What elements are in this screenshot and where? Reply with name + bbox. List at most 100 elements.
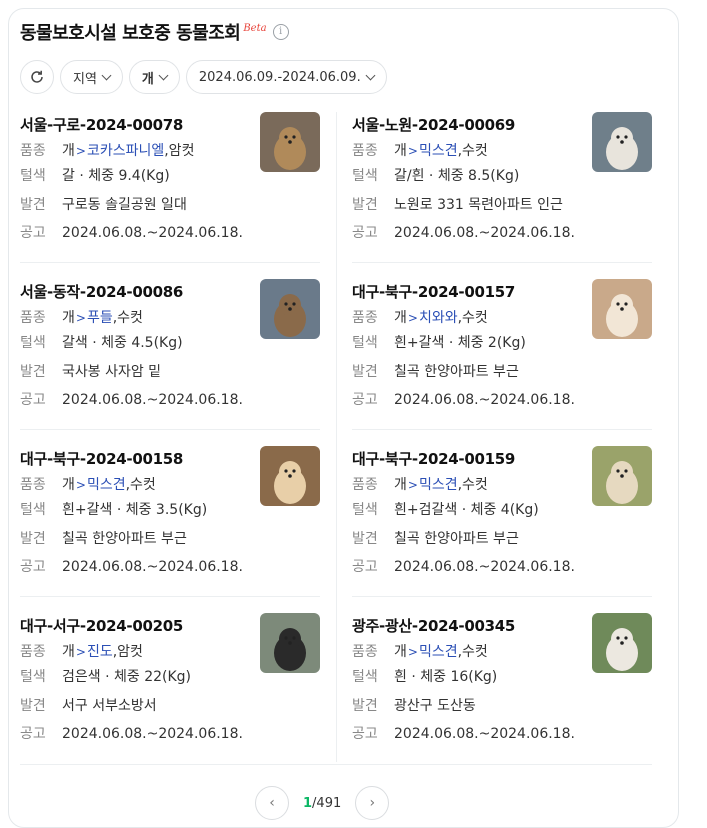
current-page: 1 — [303, 795, 313, 811]
color-weight-text: 갈/흰 · 체중 8.5(Kg) — [394, 168, 520, 184]
animal-list-item[interactable]: 대구-북구-2024-00159 품종 개>믹스견,수컷 털색 흰+검갈색 · 체중 4… — [352, 438, 652, 597]
color-weight-row: 털색 흰 · 체중 16(Kg) — [352, 666, 497, 686]
found-label: 발견 — [20, 698, 46, 714]
breed-label: 품종 — [352, 477, 378, 493]
prev-page-button[interactable]: ‹ — [255, 786, 289, 820]
found-location: 칠곡 한양아파트 부근 — [394, 531, 519, 547]
breed-row: 품종 개>치와와,수컷 — [352, 307, 488, 327]
animal-photo[interactable] — [592, 446, 652, 506]
species-filter-label: 개 — [141, 71, 154, 87]
dog-photo-icon — [592, 446, 652, 506]
animal-photo[interactable] — [260, 446, 320, 506]
notice-row: 공고 2024.06.08.~2024.06.18. — [352, 222, 575, 242]
found-label: 발견 — [20, 531, 46, 547]
breed-link[interactable]: 믹스견 — [419, 143, 458, 159]
found-location: 구로동 솔길공원 일대 — [62, 197, 187, 213]
notice-period: 2024.06.08.~2024.06.18. — [394, 392, 575, 408]
found-location: 칠곡 한양아파트 부근 — [62, 531, 187, 547]
species-filter[interactable]: 개 — [128, 60, 180, 94]
breed-link[interactable]: 진도 — [87, 644, 113, 660]
found-row: 발견 구로동 솔길공원 일대 — [20, 194, 187, 214]
notice-row: 공고 2024.06.08.~2024.06.18. — [352, 556, 575, 576]
animal-id-link[interactable]: 광주-광산-2024-00345 — [352, 615, 515, 636]
animal-photo[interactable] — [592, 613, 652, 673]
notice-row: 공고 2024.06.08.~2024.06.18. — [20, 723, 243, 743]
found-label: 발견 — [352, 531, 378, 547]
breed-row: 품종 개>믹스견,수컷 — [352, 140, 488, 160]
animal-id-link[interactable]: 서울-노원-2024-00069 — [352, 114, 515, 135]
dog-photo-icon — [260, 112, 320, 172]
color-weight-text: 갈색 · 체중 4.5(Kg) — [62, 335, 183, 351]
color-label: 털색 — [352, 168, 378, 184]
page-indicator: 1/491 — [303, 796, 341, 811]
breed-link[interactable]: 푸들 — [87, 310, 113, 326]
notice-label: 공고 — [20, 559, 46, 575]
notice-period: 2024.06.08.~2024.06.18. — [394, 559, 575, 575]
notice-period: 2024.06.08.~2024.06.18. — [394, 726, 575, 742]
found-row: 발견 칠곡 한양아파트 부근 — [352, 361, 519, 381]
animal-photo[interactable] — [592, 112, 652, 172]
animal-list-item[interactable]: 광주-광산-2024-00345 품종 개>믹스견,수컷 털색 흰 · 체중 16(Kg… — [352, 605, 652, 761]
animal-photo[interactable] — [260, 613, 320, 673]
breed-link[interactable]: 믹스견 — [419, 477, 458, 493]
next-page-button[interactable]: › — [355, 786, 390, 820]
region-filter[interactable]: 지역 — [60, 60, 123, 94]
beta-badge: Beta — [243, 22, 267, 34]
animal-list-item[interactable]: 서울-구로-2024-00078 품종 개>코카스파니엘,암컷 털색 갈 · 체중 9.… — [20, 104, 320, 263]
animal-id-link[interactable]: 대구-서구-2024-00205 — [20, 615, 183, 636]
notice-row: 공고 2024.06.08.~2024.06.18. — [352, 389, 575, 409]
refresh-button[interactable] — [20, 60, 54, 94]
animal-photo[interactable] — [260, 279, 320, 339]
color-weight-row: 털색 갈색 · 체중 4.5(Kg) — [20, 332, 183, 352]
found-row: 발견 칠곡 한양아파트 부근 — [20, 528, 187, 548]
info-icon[interactable]: i — [272, 24, 289, 40]
animal-id-link[interactable]: 서울-동작-2024-00086 — [20, 281, 183, 302]
notice-label: 공고 — [352, 726, 378, 742]
color-weight-row: 털색 검은색 · 체중 22(Kg) — [20, 666, 191, 686]
found-label: 발견 — [20, 197, 46, 213]
notice-period: 2024.06.08.~2024.06.18. — [62, 726, 243, 742]
found-row: 발견 서구 서부소방서 — [20, 695, 157, 715]
breed-label: 품종 — [352, 644, 378, 660]
chevron-right-icon: › — [369, 795, 376, 811]
notice-label: 공고 — [352, 392, 378, 408]
breed-link[interactable]: 믹스견 — [87, 477, 126, 493]
sex-text: ,수컷 — [457, 477, 488, 493]
breed-label: 품종 — [352, 143, 378, 159]
breed-label: 품종 — [352, 310, 378, 326]
dog-photo-icon — [260, 613, 320, 673]
breed-row: 품종 개>믹스견,수컷 — [20, 474, 156, 494]
found-location: 서구 서부소방서 — [62, 698, 157, 714]
breed-label: 품종 — [20, 477, 46, 493]
animal-photo[interactable] — [260, 112, 320, 172]
found-location: 국사봉 사자암 밑 — [62, 364, 162, 380]
chevron-right-icon: > — [75, 478, 86, 492]
animal-list-item[interactable]: 대구-북구-2024-00158 품종 개>믹스견,수컷 털색 흰+갈색 · 체중 3.… — [20, 438, 320, 597]
sex-text: ,수컷 — [457, 143, 488, 159]
date-range-filter[interactable]: 2024.06.09.-2024.06.09. — [185, 60, 387, 94]
color-weight-text: 흰+갈색 · 체중 2(Kg) — [394, 335, 526, 351]
notice-label: 공고 — [352, 559, 378, 575]
breed-row: 품종 개>믹스견,수컷 — [352, 474, 488, 494]
breed-link[interactable]: 코카스파니엘 — [87, 143, 164, 159]
item-divider — [20, 262, 320, 263]
item-divider — [20, 429, 320, 430]
animal-id-link[interactable]: 대구-북구-2024-00159 — [352, 448, 515, 469]
color-weight-row: 털색 갈 · 체중 9.4(Kg) — [20, 165, 170, 185]
animal-list-item[interactable]: 대구-서구-2024-00205 품종 개>진도,암컷 털색 검은색 · 체중 22(K… — [20, 605, 320, 761]
chevron-right-icon: > — [407, 311, 418, 325]
color-weight-text: 흰 · 체중 16(Kg) — [394, 669, 498, 685]
animal-list-item[interactable]: 서울-동작-2024-00086 품종 개>푸들,수컷 털색 갈색 · 체중 4.5(K… — [20, 271, 320, 430]
breed-link[interactable]: 치와와 — [419, 310, 458, 326]
animal-list-item[interactable]: 대구-북구-2024-00157 품종 개>치와와,수컷털색 흰+갈색 · 체중 2(… — [352, 271, 652, 430]
color-label: 털색 — [352, 335, 378, 351]
notice-period: 2024.06.08.~2024.06.18. — [394, 225, 575, 241]
animal-photo[interactable] — [592, 279, 652, 339]
animal-list-item[interactable]: 서울-노원-2024-00069 품종 개>믹스견,수컷털색 갈/흰 · 체중 8.5… — [352, 104, 652, 263]
breed-link[interactable]: 믹스견 — [419, 644, 458, 660]
animal-id-link[interactable]: 서울-구로-2024-00078 — [20, 114, 183, 135]
animal-id-link[interactable]: 대구-북구-2024-00157 — [352, 281, 515, 302]
dog-photo-icon — [260, 279, 320, 339]
notice-label: 공고 — [20, 726, 46, 742]
animal-id-link[interactable]: 대구-북구-2024-00158 — [20, 448, 183, 469]
